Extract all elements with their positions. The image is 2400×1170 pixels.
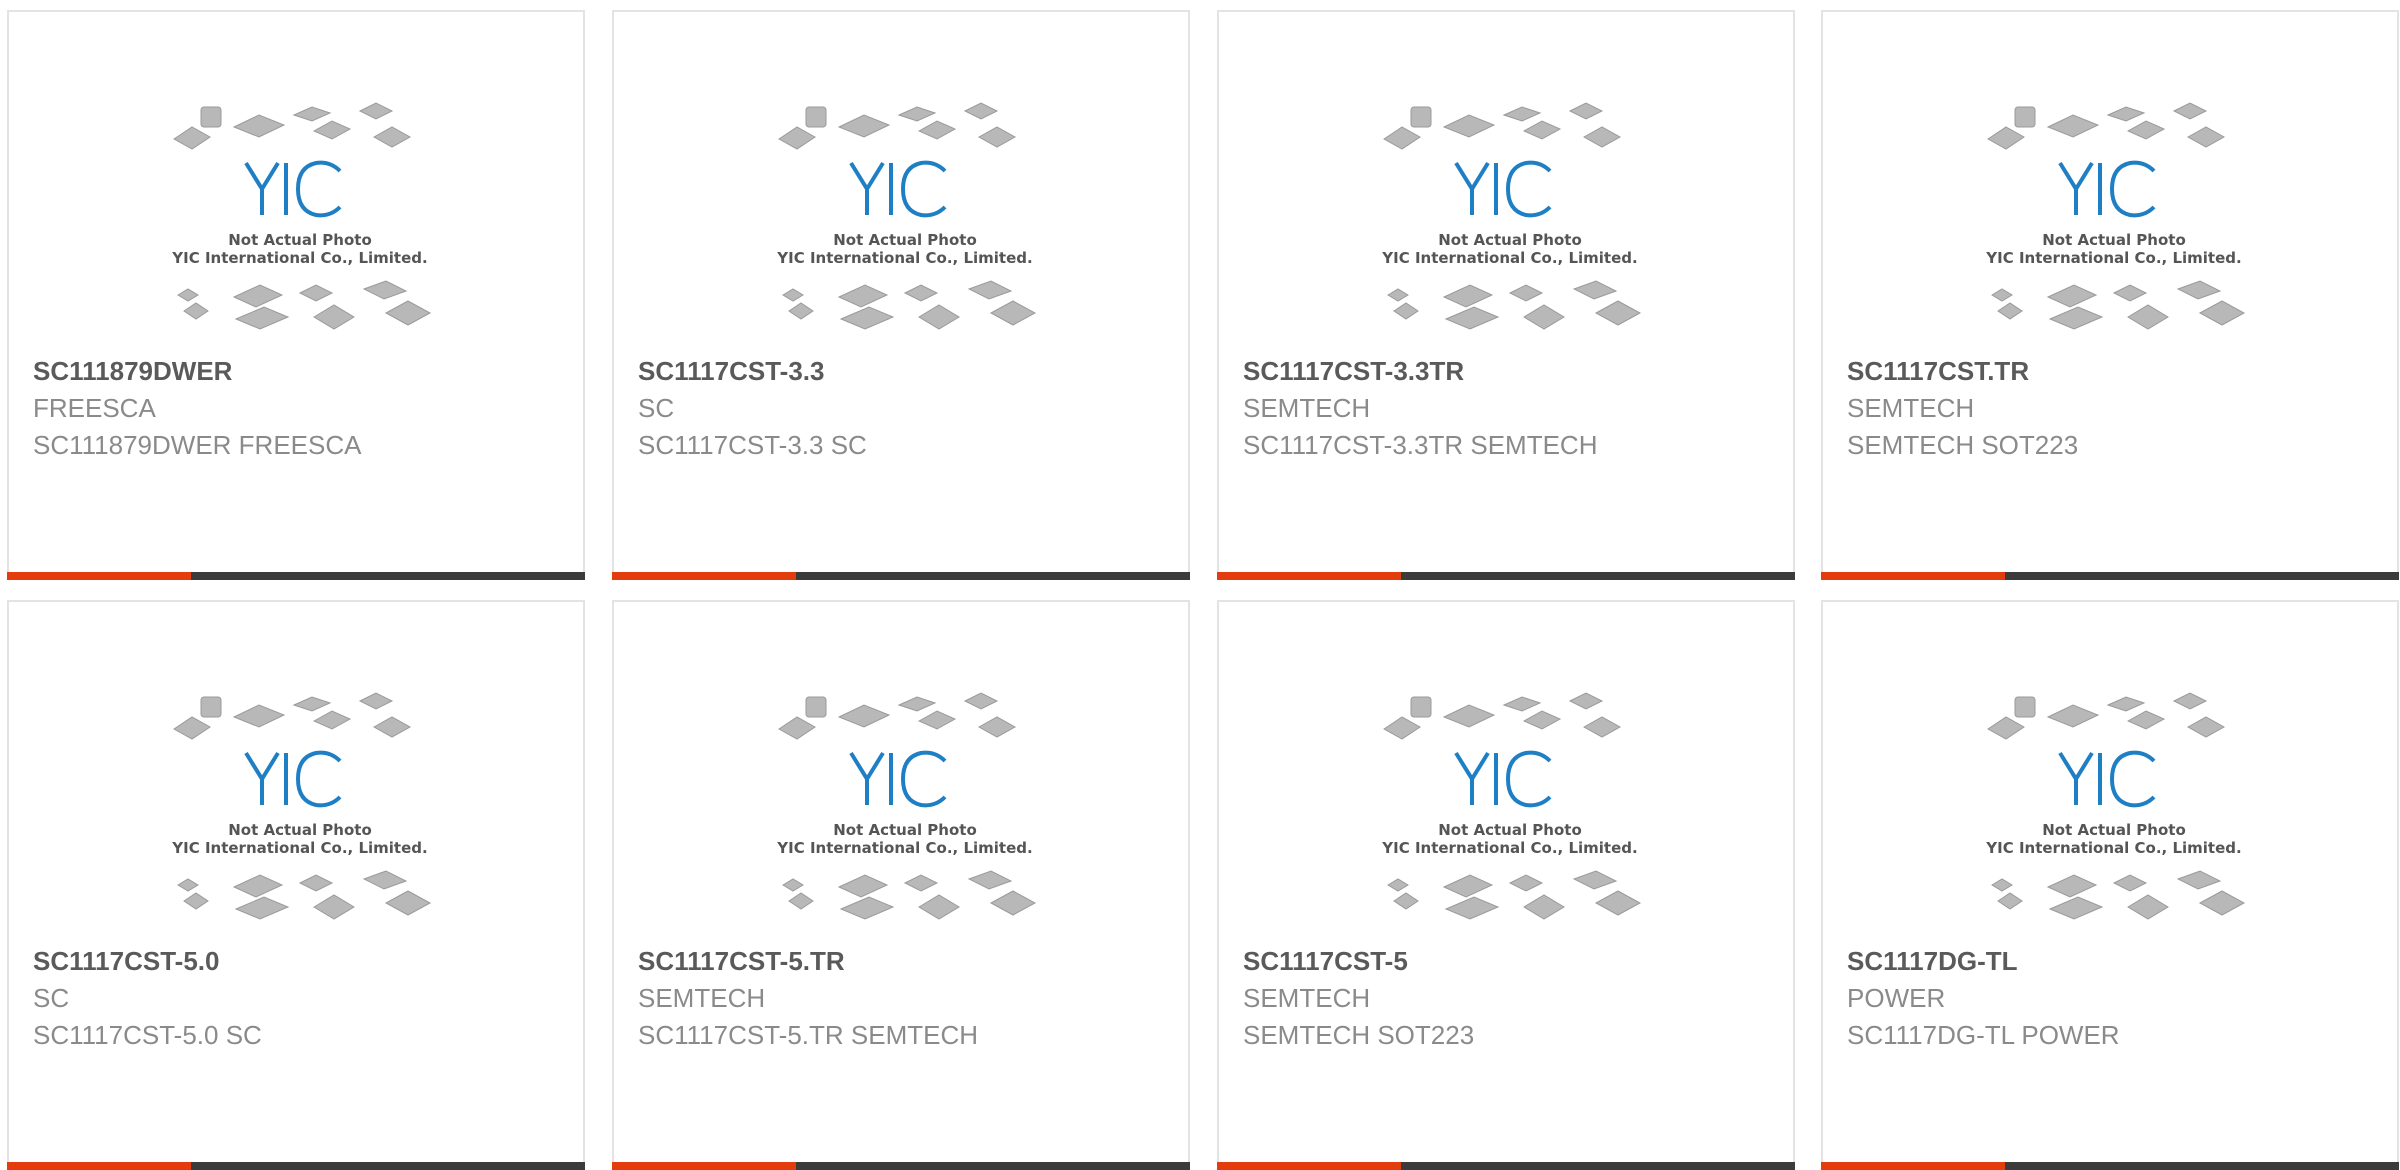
- card-accent-bar: [612, 572, 796, 580]
- placeholder-line1: Not Actual Photo: [2042, 231, 2186, 249]
- part-description: SC1117DG-TL POWER: [1847, 1020, 2120, 1050]
- yic-logo: [849, 750, 947, 808]
- yic-logo: [1454, 750, 1552, 808]
- manufacturer: SEMTECH: [638, 983, 766, 1013]
- chip-icons-top: [173, 102, 412, 150]
- part-number[interactable]: SC1117CST-5.TR: [638, 946, 845, 977]
- part-number[interactable]: SC1117CST-5.0: [33, 946, 219, 977]
- chip-placeholder-image: Not Actual Photo YIC International Co., …: [776, 692, 1037, 920]
- card-bottom-bar: [612, 572, 1190, 580]
- part-number[interactable]: SC1117CST-5: [1243, 946, 1408, 977]
- placeholder-line1: Not Actual Photo: [833, 821, 977, 839]
- placeholder-line2: YIC International Co., Limited.: [171, 839, 427, 857]
- chip-icons-top: [1987, 692, 2226, 740]
- placeholder-line1: Not Actual Photo: [228, 821, 372, 839]
- card-accent-bar: [1821, 1162, 2005, 1170]
- part-description: SC1117CST-5.0 SC: [33, 1020, 262, 1050]
- manufacturer: SC: [33, 983, 70, 1013]
- part-number[interactable]: SC1117CST.TR: [1847, 356, 2029, 387]
- part-number[interactable]: SC111879DWER: [33, 356, 232, 387]
- part-description: SC1117CST-3.3 SC: [638, 430, 867, 460]
- chip-icons-bottom: [177, 870, 432, 920]
- part-description: SEMTECH SOT223: [1243, 1020, 1475, 1050]
- chip-placeholder-image: Not Actual Photo YIC International Co., …: [171, 692, 432, 920]
- card-accent-bar: [1217, 1162, 1401, 1170]
- placeholder-line2: YIC International Co., Limited.: [1985, 839, 2241, 857]
- yic-logo: [2058, 750, 2156, 808]
- yic-logo: [1454, 160, 1552, 218]
- product-card[interactable]: Not Actual Photo YIC International Co., …: [1821, 10, 2399, 580]
- part-number[interactable]: SC1117CST-3.3TR: [1243, 356, 1464, 387]
- yic-logo: [849, 160, 947, 218]
- manufacturer: SEMTECH: [1243, 983, 1371, 1013]
- placeholder-line2: YIC International Co., Limited.: [1985, 249, 2241, 267]
- chip-icons-bottom: [1991, 870, 2246, 920]
- chip-icons-top: [778, 692, 1017, 740]
- placeholder-line1: Not Actual Photo: [1438, 821, 1582, 839]
- part-description: SC1117CST-5.TR SEMTECH: [638, 1020, 979, 1050]
- placeholder-line2: YIC International Co., Limited.: [171, 249, 427, 267]
- chip-icons-top: [778, 102, 1017, 150]
- placeholder-line2: YIC International Co., Limited.: [776, 249, 1032, 267]
- product-card[interactable]: Not Actual Photo YIC International Co., …: [612, 10, 1190, 580]
- placeholder-line2: YIC International Co., Limited.: [1381, 839, 1637, 857]
- chip-placeholder-image: Not Actual Photo YIC International Co., …: [171, 102, 432, 330]
- placeholder-line2: YIC International Co., Limited.: [776, 839, 1032, 857]
- chip-icons-bottom: [1387, 280, 1642, 330]
- chip-placeholder-image: Not Actual Photo YIC International Co., …: [1985, 102, 2246, 330]
- manufacturer: SC: [638, 393, 675, 423]
- manufacturer: FREESCA: [33, 393, 156, 423]
- chip-placeholder-image: Not Actual Photo YIC International Co., …: [1381, 692, 1642, 920]
- manufacturer: POWER: [1847, 983, 1946, 1013]
- chip-icons-top: [1987, 102, 2226, 150]
- chip-icons-top: [173, 692, 412, 740]
- placeholder-line1: Not Actual Photo: [833, 231, 977, 249]
- product-card[interactable]: Not Actual Photo YIC International Co., …: [7, 10, 585, 580]
- card-accent-bar: [7, 572, 191, 580]
- yic-logo: [244, 160, 342, 218]
- card-accent-bar: [1217, 572, 1401, 580]
- card-accent-bar: [1821, 572, 2005, 580]
- card-bottom-bar: [612, 1162, 1190, 1170]
- part-description: SC1117CST-3.3TR SEMTECH: [1243, 430, 1598, 460]
- card-accent-bar: [7, 1162, 191, 1170]
- manufacturer: SEMTECH: [1243, 393, 1371, 423]
- part-number[interactable]: SC1117CST-3.3: [638, 356, 824, 387]
- product-card[interactable]: Not Actual Photo YIC International Co., …: [1217, 600, 1795, 1170]
- product-card[interactable]: Not Actual Photo YIC International Co., …: [1217, 10, 1795, 580]
- chip-icons-bottom: [782, 280, 1037, 330]
- card-bottom-bar: [1217, 572, 1795, 580]
- manufacturer: SEMTECH: [1847, 393, 1975, 423]
- card-bottom-bar: [7, 1162, 585, 1170]
- chip-icons-bottom: [177, 280, 432, 330]
- placeholder-line1: Not Actual Photo: [1438, 231, 1582, 249]
- card-bottom-bar: [1821, 572, 2399, 580]
- card-accent-bar: [612, 1162, 796, 1170]
- product-card[interactable]: Not Actual Photo YIC International Co., …: [1821, 600, 2399, 1170]
- chip-icons-bottom: [782, 870, 1037, 920]
- chip-icons-bottom: [1991, 280, 2246, 330]
- placeholder-line1: Not Actual Photo: [228, 231, 372, 249]
- product-card[interactable]: Not Actual Photo YIC International Co., …: [7, 600, 585, 1170]
- chip-placeholder-image: Not Actual Photo YIC International Co., …: [1985, 692, 2246, 920]
- chip-icons-top: [1383, 692, 1622, 740]
- part-description: SC111879DWER FREESCA: [33, 430, 362, 460]
- product-card[interactable]: Not Actual Photo YIC International Co., …: [612, 600, 1190, 1170]
- part-description: SEMTECH SOT223: [1847, 430, 2079, 460]
- placeholder-line1: Not Actual Photo: [2042, 821, 2186, 839]
- card-bottom-bar: [1217, 1162, 1795, 1170]
- yic-logo: [2058, 160, 2156, 218]
- card-bottom-bar: [7, 572, 585, 580]
- yic-logo: [244, 750, 342, 808]
- chip-placeholder-image: Not Actual Photo YIC International Co., …: [1381, 102, 1642, 330]
- chip-icons-bottom: [1387, 870, 1642, 920]
- part-number[interactable]: SC1117DG-TL: [1847, 946, 2018, 977]
- placeholder-line2: YIC International Co., Limited.: [1381, 249, 1637, 267]
- chip-icons-top: [1383, 102, 1622, 150]
- chip-placeholder-image: Not Actual Photo YIC International Co., …: [776, 102, 1037, 330]
- card-bottom-bar: [1821, 1162, 2399, 1170]
